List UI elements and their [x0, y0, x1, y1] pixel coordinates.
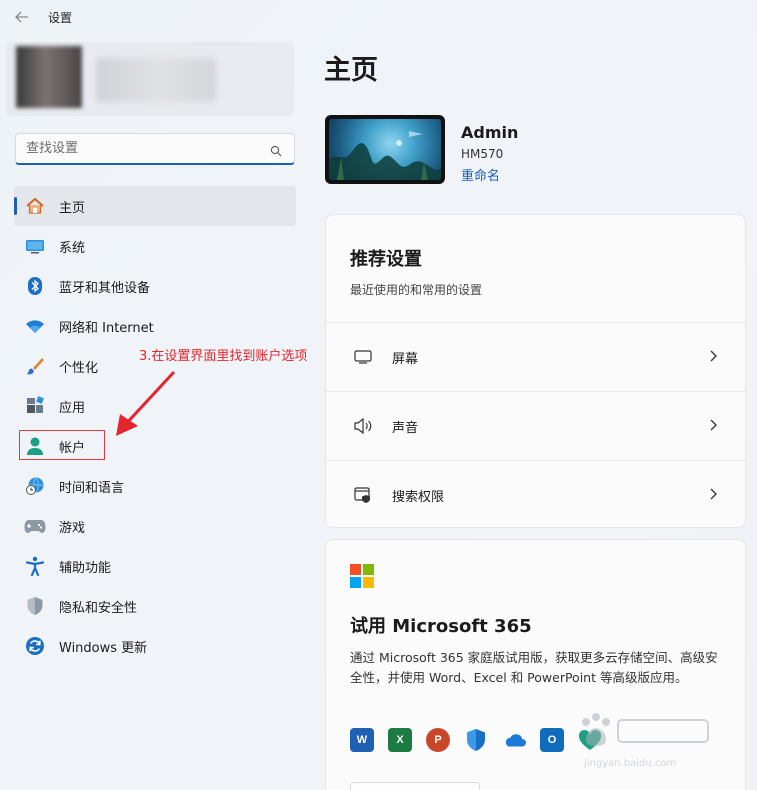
microsoft-365-title: 试用 Microsoft 365	[350, 616, 532, 637]
rename-link[interactable]: 重命名	[461, 165, 500, 184]
device-model: HM570	[461, 147, 504, 161]
search-icon[interactable]	[270, 142, 282, 157]
home-icon	[24, 195, 46, 217]
paintbrush-icon	[24, 355, 46, 377]
device-thumbnail	[325, 115, 445, 184]
sidebar-item-label: 帐户	[59, 440, 86, 456]
monitor-icon	[24, 235, 46, 257]
recommended-row-sound[interactable]: 声音	[326, 391, 745, 460]
sidebar-item-label: 游戏	[59, 520, 86, 536]
recommended-subtitle: 最近使用的和常用的设置	[350, 283, 483, 297]
sidebar-item-network[interactable]: 网络和 Internet	[14, 306, 296, 346]
sidebar-item-label: 时间和语言	[59, 480, 125, 496]
baidu-watermark: jingyan.baidu.com	[572, 708, 722, 778]
wallpaper-preview	[329, 119, 441, 180]
search-permissions-icon	[352, 484, 374, 506]
apps-icon	[24, 395, 46, 417]
try-microsoft-365-button[interactable]	[350, 782, 480, 790]
user-profile-card[interactable]	[6, 42, 294, 116]
sidebar-item-label: 辅助功能	[59, 560, 112, 576]
annotation-arrow-icon	[116, 370, 176, 436]
sidebar-item-label: 个性化	[59, 360, 99, 376]
gamepad-icon	[24, 515, 46, 537]
powerpoint-icon: P	[426, 728, 450, 752]
sidebar-item-label: Windows 更新	[59, 640, 148, 656]
chevron-right-icon	[709, 416, 717, 435]
title-bar: 设置	[0, 0, 757, 34]
sidebar-item-label: 应用	[59, 400, 86, 416]
outlook-icon: O	[540, 728, 564, 752]
accessibility-icon	[24, 555, 46, 577]
sidebar-item-gaming[interactable]: 游戏	[14, 506, 296, 546]
excel-icon: X	[388, 728, 412, 752]
row-label: 搜索权限	[392, 489, 445, 505]
avatar	[16, 46, 82, 108]
sidebar-item-time-language[interactable]: 时间和语言	[14, 466, 296, 506]
sidebar-item-label: 隐私和安全性	[59, 600, 138, 616]
sidebar-item-system[interactable]: 系统	[14, 226, 296, 266]
speaker-icon	[352, 415, 374, 437]
search-input[interactable]	[16, 141, 256, 156]
recommended-title: 推荐设置	[350, 249, 422, 270]
sidebar-item-label: 网络和 Internet	[59, 320, 154, 336]
user-icon	[24, 435, 46, 457]
monitor-icon	[352, 346, 374, 368]
window-title: 设置	[48, 10, 73, 25]
recommended-row-display[interactable]: 屏幕	[326, 322, 745, 391]
search-box[interactable]	[15, 133, 295, 165]
wifi-icon	[24, 315, 46, 337]
user-name-blurred	[96, 58, 216, 102]
bluetooth-icon	[24, 275, 46, 297]
sidebar-item-bluetooth[interactable]: 蓝牙和其他设备	[14, 266, 296, 306]
microsoft-365-description: 通过 Microsoft 365 家庭版试用版，获取更多云存储空间、高级安全性，…	[350, 650, 718, 685]
sidebar-item-label: 蓝牙和其他设备	[59, 280, 151, 296]
refresh-icon	[24, 635, 46, 657]
baidu-logo-icon	[582, 713, 709, 746]
word-icon: W	[350, 728, 374, 752]
sidebar-item-windows-update[interactable]: Windows 更新	[14, 626, 296, 666]
row-label: 声音	[392, 420, 419, 436]
device-name: Admin	[461, 123, 519, 142]
office-app-icons: W X P O	[350, 728, 602, 752]
recommended-row-search-permissions[interactable]: 搜索权限	[326, 460, 745, 529]
watermark-url: jingyan.baidu.com	[584, 758, 677, 769]
chevron-right-icon	[709, 347, 717, 366]
row-label: 屏幕	[392, 351, 419, 367]
sidebar-item-label: 主页	[59, 200, 86, 216]
sidebar-item-accessibility[interactable]: 辅助功能	[14, 546, 296, 586]
defender-icon	[464, 728, 488, 752]
sidebar-item-privacy[interactable]: 隐私和安全性	[14, 586, 296, 626]
chevron-right-icon	[709, 485, 717, 504]
sidebar-item-home[interactable]: 主页	[14, 186, 296, 226]
shield-icon	[24, 595, 46, 617]
microsoft-logo-icon	[350, 564, 374, 588]
back-arrow-icon[interactable]	[12, 7, 32, 27]
tutorial-annotation: 3.在设置界面里找到账户选项	[139, 349, 308, 364]
globe-clock-icon	[24, 475, 46, 497]
recommended-settings-card: 推荐设置 最近使用的和常用的设置 屏幕 声音 搜索权限	[325, 214, 746, 528]
onedrive-icon	[502, 728, 526, 752]
page-title: 主页	[324, 55, 378, 86]
sidebar-item-label: 系统	[59, 240, 86, 256]
